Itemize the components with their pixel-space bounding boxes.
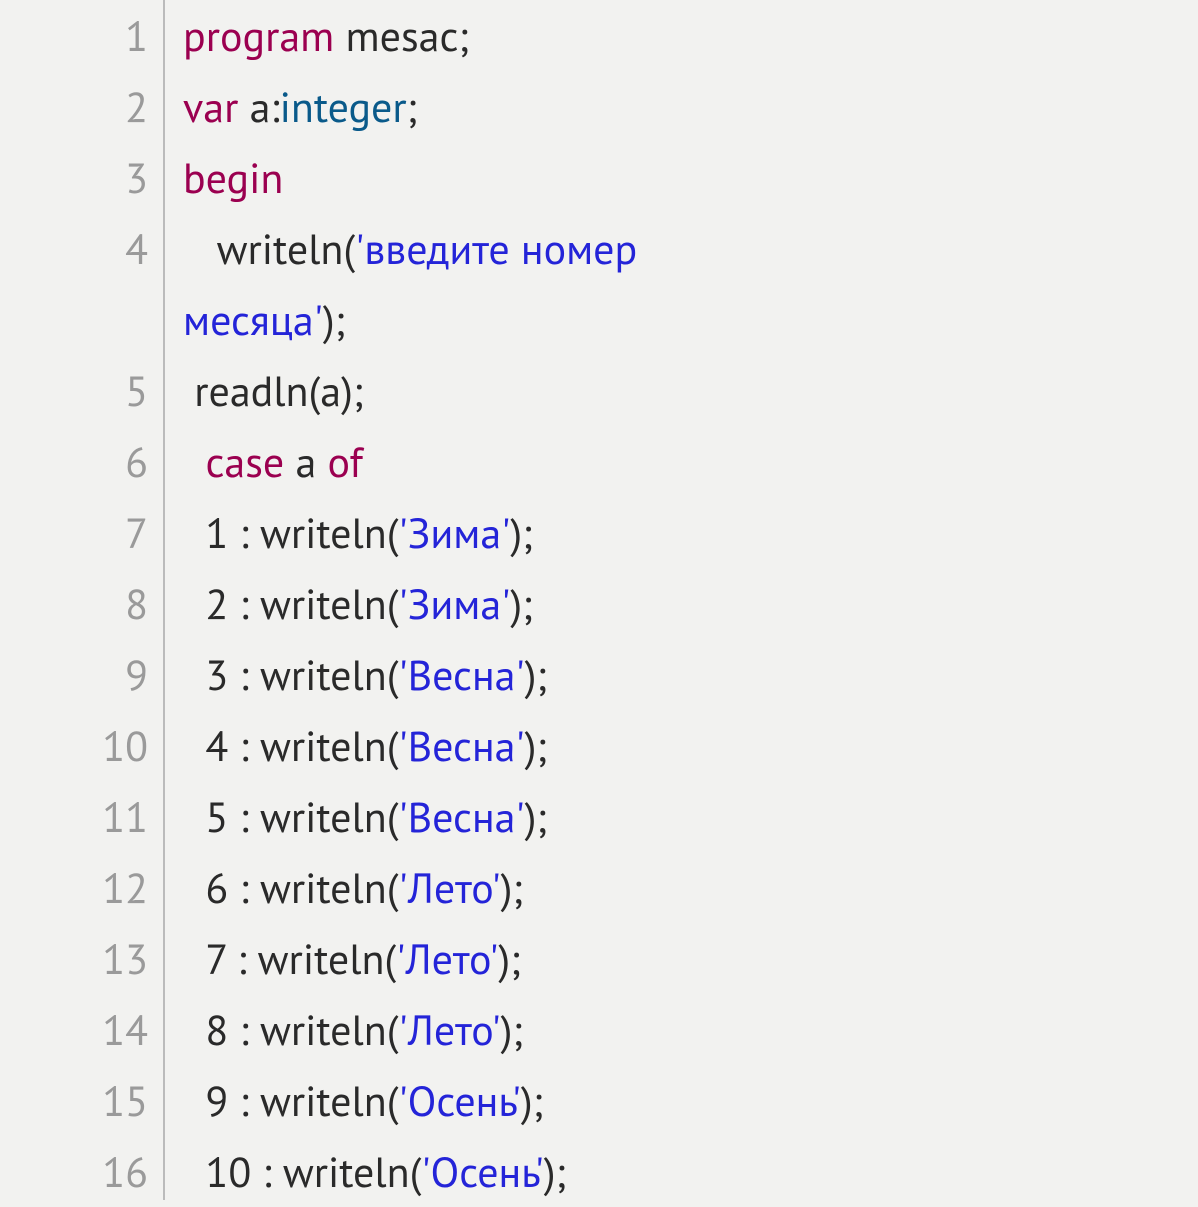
token-kw: program xyxy=(183,8,334,63)
token-punct: ); xyxy=(525,718,548,773)
token-kw: var xyxy=(183,79,238,134)
token-punct: ); xyxy=(510,576,533,631)
token-ident: 10 : writeln( xyxy=(183,1144,421,1199)
token-str: 'Зима' xyxy=(398,505,510,560)
line-number: 16 xyxy=(0,1136,148,1207)
token-ident: mesac xyxy=(334,8,458,63)
token-kw: of xyxy=(328,434,363,489)
code-line[interactable]: begin xyxy=(183,142,1198,213)
line-number: 8 xyxy=(0,568,148,639)
code-line[interactable]: 9 : writeln('Осень'); xyxy=(183,1065,1198,1136)
line-number: 10 xyxy=(0,710,148,781)
token-ident: 6 : writeln( xyxy=(183,860,398,915)
token-str: 'Осень' xyxy=(421,1144,543,1199)
code-line[interactable]: 3 : writeln('Весна'); xyxy=(183,639,1198,710)
token-ident: writeln( xyxy=(183,221,355,276)
token-ident: 9 : writeln( xyxy=(183,1073,398,1128)
token-punct: ); xyxy=(525,647,548,702)
line-number: 11 xyxy=(0,781,148,852)
line-number-gutter: 12345678910111213141516 xyxy=(0,0,165,1200)
code-line[interactable]: 7 : writeln('Лето'); xyxy=(183,923,1198,994)
code-line[interactable]: 1 : writeln('Зима'); xyxy=(183,497,1198,568)
code-line[interactable]: 10 : writeln('Осень'); xyxy=(183,1136,1198,1207)
line-number: 7 xyxy=(0,497,148,568)
code-line[interactable]: 6 : writeln('Лето'); xyxy=(183,852,1198,923)
token-str: 'Лето' xyxy=(396,931,498,986)
token-ident: 5 : writeln( xyxy=(183,789,398,844)
token-ident: a xyxy=(284,434,327,489)
token-str: 'Зима' xyxy=(398,576,510,631)
token-punct: ); xyxy=(521,1073,544,1128)
line-number: 2 xyxy=(0,71,148,142)
token-punct: ); xyxy=(544,1144,567,1199)
code-line[interactable]: месяца'); xyxy=(183,284,1198,355)
code-line[interactable]: 8 : writeln('Лето'); xyxy=(183,994,1198,1065)
line-number xyxy=(0,284,148,355)
token-str: 'Осень' xyxy=(398,1073,520,1128)
line-number: 14 xyxy=(0,994,148,1065)
code-line[interactable]: writeln('введите номер xyxy=(183,213,1198,284)
line-number: 6 xyxy=(0,426,148,497)
code-line[interactable]: var a:integer; xyxy=(183,71,1198,142)
token-ident: 4 : writeln( xyxy=(183,718,398,773)
token-punct: ); xyxy=(501,860,524,915)
token-ident: 1 : writeln( xyxy=(183,505,398,560)
token-str: 'Весна' xyxy=(398,718,524,773)
line-number: 12 xyxy=(0,852,148,923)
line-number: 15 xyxy=(0,1065,148,1136)
token-punct: ); xyxy=(498,931,521,986)
token-punct: ); xyxy=(510,505,533,560)
code-line[interactable]: readln(a); xyxy=(183,355,1198,426)
token-punct: ; xyxy=(458,8,469,63)
line-number: 13 xyxy=(0,923,148,994)
token-kw: begin xyxy=(183,150,283,205)
code-line[interactable]: 5 : writeln('Весна'); xyxy=(183,781,1198,852)
token-str: 'Лето' xyxy=(398,1002,500,1057)
code-line[interactable]: program mesac; xyxy=(183,0,1198,71)
token-ident: 3 : writeln( xyxy=(183,647,398,702)
code-line[interactable]: 2 : writeln('Зима'); xyxy=(183,568,1198,639)
code-line[interactable]: case a of xyxy=(183,426,1198,497)
token-ident: a: xyxy=(238,79,279,134)
line-number: 5 xyxy=(0,355,148,426)
code-editor[interactable]: 12345678910111213141516 program mesac;va… xyxy=(0,0,1198,1200)
token-type: integer xyxy=(280,79,407,134)
line-number: 1 xyxy=(0,0,148,71)
token-punct: ); xyxy=(501,1002,524,1057)
code-content[interactable]: program mesac;var a:integer;begin writel… xyxy=(165,0,1198,1200)
token-punct: ; xyxy=(407,79,418,134)
token-str: 'Весна' xyxy=(398,647,524,702)
line-number: 9 xyxy=(0,639,148,710)
token-str: 'Лето' xyxy=(398,860,500,915)
token-ident: readln(a); xyxy=(183,363,364,418)
token-punct: ); xyxy=(525,789,548,844)
token-str: 'введите номер xyxy=(355,221,648,276)
token-str: месяца' xyxy=(183,292,323,347)
token-ident: 7 : writeln( xyxy=(183,931,396,986)
line-number: 3 xyxy=(0,142,148,213)
token-str: 'Весна' xyxy=(398,789,524,844)
token-punct: ); xyxy=(323,292,346,347)
token-ident xyxy=(183,434,205,489)
token-ident: 2 : writeln( xyxy=(183,576,398,631)
token-ident: 8 : writeln( xyxy=(183,1002,398,1057)
line-number: 4 xyxy=(0,213,148,284)
token-kw: case xyxy=(205,434,284,489)
code-line[interactable]: 4 : writeln('Весна'); xyxy=(183,710,1198,781)
